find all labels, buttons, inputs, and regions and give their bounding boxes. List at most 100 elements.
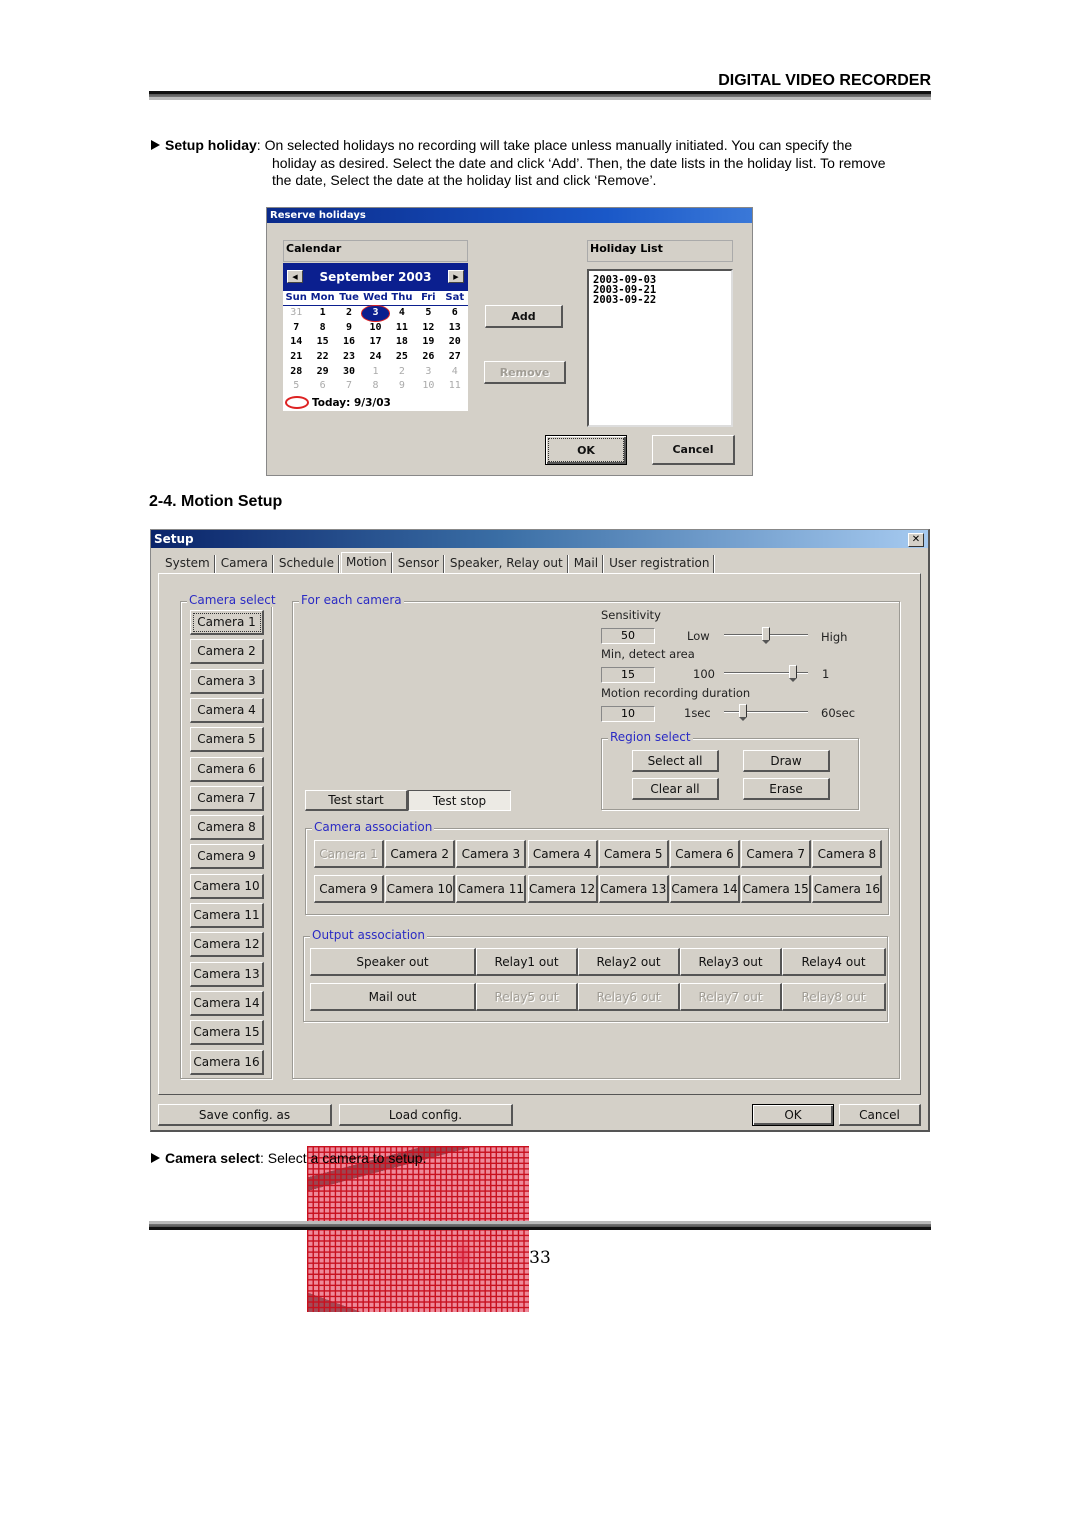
holiday-list[interactable]: 2003-09-03 2003-09-21 2003-09-22 (587, 269, 733, 427)
calendar-day[interactable]: 10 (415, 379, 441, 394)
calendar-day[interactable]: 3 (415, 365, 441, 380)
camera-select-button[interactable]: Camera 1 (190, 610, 264, 635)
camera-association-button[interactable]: Camera 2 (385, 840, 456, 868)
close-button[interactable]: ✕ (908, 533, 924, 547)
output-association-button[interactable]: Relay3 out (680, 948, 782, 976)
next-month-button[interactable]: ▶ (448, 270, 464, 283)
output-association-button[interactable]: Relay8 out (782, 983, 886, 1011)
camera-association-button[interactable]: Camera 6 (670, 840, 740, 868)
clear-all-button[interactable]: Clear all (632, 778, 719, 800)
slider-thumb[interactable] (789, 665, 798, 682)
camera-association-button[interactable]: Camera 13 (598, 875, 669, 903)
camera-select-button[interactable]: Camera 15 (190, 1020, 264, 1046)
save-config-button[interactable]: Save config. as (158, 1104, 332, 1126)
calendar-day[interactable]: 9 (336, 321, 362, 336)
calendar-day[interactable]: 25 (389, 350, 415, 365)
calendar-day[interactable]: 7 (283, 321, 309, 336)
calendar-day[interactable]: 4 (389, 306, 415, 321)
sensitivity-value[interactable]: 50 (601, 628, 655, 644)
holiday-list-item[interactable]: 2003-09-22 (593, 295, 727, 306)
calendar-day[interactable]: 9 (389, 379, 415, 394)
prev-month-button[interactable]: ◀ (287, 270, 303, 283)
calendar-day[interactable]: 11 (442, 379, 468, 394)
camera-select-button[interactable]: Camera 8 (190, 815, 264, 841)
calendar-day[interactable]: 22 (309, 350, 335, 365)
calendar-day[interactable]: 18 (389, 335, 415, 350)
calendar-day[interactable]: 12 (415, 321, 441, 336)
camera-association-button[interactable]: Camera 14 (670, 875, 740, 903)
output-association-button[interactable]: Relay7 out (680, 983, 782, 1011)
output-association-button[interactable]: Relay4 out (782, 948, 886, 976)
calendar-day[interactable]: 11 (389, 321, 415, 336)
load-config-button[interactable]: Load config. (339, 1104, 513, 1126)
test-start-button[interactable]: Test start (305, 790, 408, 811)
camera-select-button[interactable]: Camera 14 (190, 990, 264, 1016)
calendar-day[interactable]: 14 (283, 335, 309, 350)
calendar-day[interactable]: 1 (309, 306, 335, 321)
motion-duration-slider[interactable] (724, 704, 808, 721)
camera-association-button[interactable]: Camera 3 (456, 840, 527, 868)
output-association-button[interactable]: Relay2 out (578, 948, 680, 976)
calendar-day-selected[interactable]: 3 (362, 306, 389, 321)
cancel-button[interactable]: Cancel (839, 1104, 921, 1126)
camera-select-button[interactable]: Camera 4 (190, 697, 264, 723)
calendar-today[interactable]: Today: 9/3/03 (285, 396, 391, 409)
ok-button[interactable]: OK (752, 1104, 834, 1126)
calendar-day[interactable]: 6 (442, 306, 468, 321)
camera-association-button[interactable]: Camera 8 (812, 840, 883, 868)
camera-select-button[interactable]: Camera 2 (190, 639, 264, 665)
min-detect-area-value[interactable]: 15 (601, 667, 655, 683)
calendar-day[interactable]: 27 (442, 350, 468, 365)
camera-select-button[interactable]: Camera 6 (190, 756, 264, 782)
camera-association-button[interactable]: Camera 4 (527, 840, 598, 868)
calendar-day[interactable]: 8 (309, 321, 335, 336)
camera-select-button[interactable]: Camera 16 (190, 1049, 264, 1075)
calendar-day[interactable]: 1 (362, 365, 388, 380)
output-association-button[interactable]: Relay6 out (578, 983, 680, 1011)
calendar-day[interactable]: 13 (442, 321, 468, 336)
min-detect-area-slider[interactable] (724, 665, 808, 682)
calendar-day[interactable]: 24 (362, 350, 388, 365)
calendar-day[interactable]: 5 (415, 306, 441, 321)
camera-select-button[interactable]: Camera 7 (190, 785, 264, 811)
calendar-day[interactable]: 7 (336, 379, 362, 394)
calendar-day[interactable]: 15 (309, 335, 335, 350)
draw-button[interactable]: Draw (743, 750, 830, 772)
test-stop-button[interactable]: Test stop (408, 790, 511, 811)
calendar-day[interactable]: 29 (309, 365, 335, 380)
calendar-day[interactable]: 30 (336, 365, 362, 380)
erase-button[interactable]: Erase (743, 778, 830, 800)
tab-camera[interactable]: Camera (217, 555, 273, 573)
camera-select-button[interactable]: Camera 10 (190, 873, 264, 899)
calendar-day[interactable]: 26 (415, 350, 441, 365)
sensitivity-slider[interactable] (724, 627, 808, 644)
cancel-button[interactable]: Cancel (652, 435, 735, 465)
camera-association-button[interactable]: Camera 12 (527, 875, 598, 903)
tab-mail[interactable]: Mail (570, 555, 604, 573)
camera-association-button[interactable]: Camera 1 (314, 840, 384, 868)
camera-association-button[interactable]: Camera 15 (741, 875, 812, 903)
camera-association-button[interactable]: Camera 10 (385, 875, 456, 903)
output-association-button[interactable]: Mail out (310, 983, 476, 1011)
calendar-day[interactable]: 5 (283, 379, 309, 394)
add-button[interactable]: Add (485, 305, 563, 328)
camera-association-button[interactable]: Camera 16 (812, 875, 883, 903)
calendar-day[interactable]: 2 (389, 365, 415, 380)
camera-association-button[interactable]: Camera 5 (598, 840, 669, 868)
camera-select-button[interactable]: Camera 9 (190, 844, 264, 870)
tab-speaker-relay-out[interactable]: Speaker, Relay out (446, 555, 568, 573)
calendar-day[interactable]: 10 (362, 321, 388, 336)
output-association-button[interactable]: Speaker out (310, 948, 476, 976)
calendar-day[interactable]: 6 (309, 379, 335, 394)
camera-select-button[interactable]: Camera 12 (190, 932, 264, 958)
slider-thumb[interactable] (739, 704, 748, 721)
calendar-day[interactable]: 21 (283, 350, 309, 365)
tab-motion[interactable]: Motion (341, 552, 392, 573)
slider-thumb[interactable] (762, 627, 770, 644)
camera-select-button[interactable]: Camera 3 (190, 668, 264, 694)
calendar-day[interactable]: 8 (362, 379, 388, 394)
calendar-day[interactable]: 28 (283, 365, 309, 380)
camera-association-button[interactable]: Camera 9 (314, 875, 384, 903)
calendar-day[interactable]: 16 (336, 335, 362, 350)
ok-button[interactable]: OK (545, 435, 627, 465)
